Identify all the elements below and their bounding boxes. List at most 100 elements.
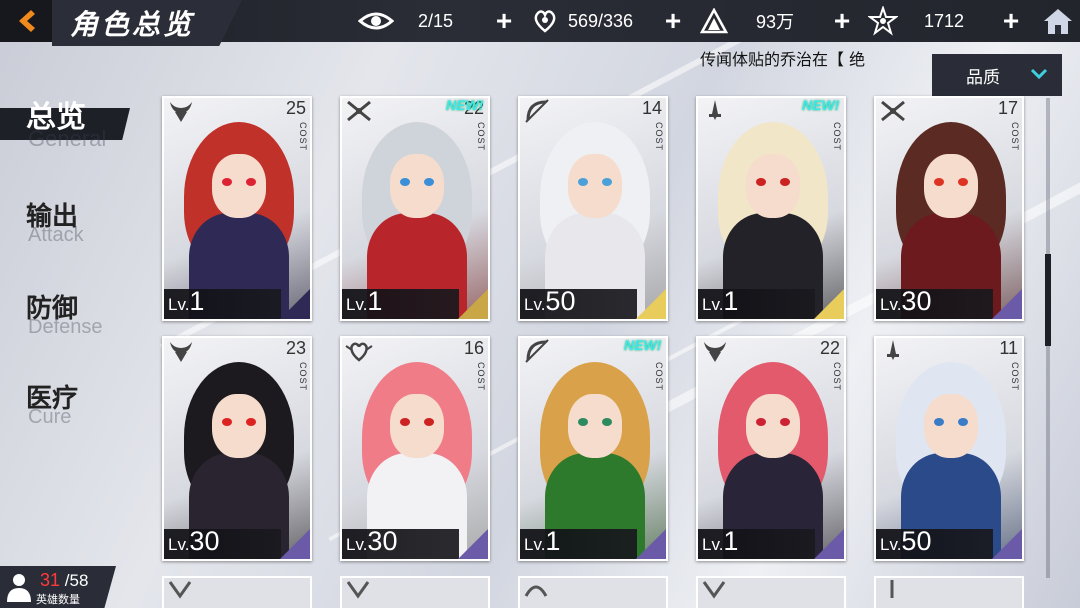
dagger-icon — [709, 100, 721, 120]
sidebar-item-sublabel: General — [28, 126, 107, 151]
card-level-value: 30 — [189, 526, 220, 556]
hero-count-label: 英雄数量 — [36, 593, 80, 606]
add-resource-button[interactable]: + — [830, 7, 854, 35]
resource-diamond: 1712 — [868, 0, 964, 42]
character-card[interactable]: 14 COST Lv.50 — [518, 96, 668, 321]
character-card-partial[interactable] — [874, 576, 1024, 608]
card-level-prefix: Lv. — [524, 295, 546, 314]
heart-hand-icon — [534, 10, 556, 33]
card-level-value: 1 — [189, 286, 205, 316]
character-card-partial[interactable] — [340, 576, 490, 608]
card-cost-label: COST — [654, 122, 664, 152]
class-emblem-icon — [346, 581, 370, 599]
home-icon — [1044, 9, 1072, 34]
class-emblem-icon — [524, 585, 548, 597]
character-card[interactable]: 25 COST Lv.1 — [162, 96, 312, 321]
hero-count-total: /58 — [64, 571, 89, 590]
card-level-value: 1 — [723, 286, 739, 316]
card-cost: 11 — [999, 338, 1018, 358]
sidebar-item-attack[interactable]: 输出 Attack — [0, 196, 140, 250]
quality-filter-label: 品质 — [966, 67, 1000, 88]
card-level-prefix: Lv. — [702, 295, 724, 314]
sidebar-item-defense[interactable]: 防御 Defense — [0, 288, 140, 342]
card-level-prefix: Lv. — [168, 535, 190, 554]
card-cost-label: COST — [832, 362, 842, 392]
heart-wings-icon — [345, 342, 373, 362]
new-badge: NEW! — [624, 337, 662, 353]
resource-hearts: 569/336 — [532, 0, 633, 42]
card-level: Lv.50 — [880, 526, 931, 557]
horned-helmet-icon — [170, 102, 192, 122]
add-resource-button[interactable]: + — [492, 7, 516, 35]
crossed-swords-icon — [881, 100, 905, 122]
add-resource-button[interactable]: + — [999, 7, 1023, 35]
card-level: Lv.30 — [168, 526, 219, 557]
card-level-value: 50 — [545, 286, 576, 316]
class-emblem-icon — [702, 581, 726, 599]
class-emblem-icon — [168, 581, 192, 599]
sidebar-item-sublabel: Attack — [28, 224, 84, 246]
top-bar: 角色总览 2/15 + 569/336 + 93万 + 1712 + — [0, 0, 1080, 46]
sidebar-item-general[interactable]: 总览 General — [0, 92, 140, 152]
sidebar-item-cure[interactable]: 医疗 Cure — [0, 378, 140, 432]
card-level: Lv.1 — [524, 526, 560, 557]
card-level: Lv.1 — [702, 526, 738, 557]
bow-arrow-icon — [525, 99, 549, 123]
card-cost: 23 — [285, 338, 306, 358]
card-level-value: 1 — [723, 526, 739, 556]
card-cost-label: COST — [1010, 122, 1020, 152]
hero-count-current: 31 — [40, 570, 61, 590]
card-level-prefix: Lv. — [880, 535, 902, 554]
character-card[interactable]: 17 COST Lv.30 — [874, 96, 1024, 321]
card-cost: 22 — [819, 338, 840, 358]
card-cost-label: COST — [832, 122, 842, 152]
back-button[interactable] — [0, 0, 52, 42]
character-card-partial[interactable] — [518, 576, 668, 608]
character-card[interactable]: 16 COST Lv.30 — [340, 336, 490, 561]
card-level-value: 1 — [367, 286, 383, 316]
resource-gold: 93万 — [700, 0, 794, 42]
resource-value: 2/15 — [418, 10, 454, 31]
card-level-prefix: Lv. — [880, 295, 902, 314]
character-card[interactable]: COST NEW! Lv.1 — [518, 336, 668, 561]
resource-value: 569/336 — [568, 10, 634, 31]
card-cost-label: COST — [298, 122, 308, 152]
quality-filter-dropdown[interactable]: 品质 — [932, 54, 1062, 96]
card-cost: 14 — [641, 98, 662, 118]
character-card[interactable]: 11 COST Lv.50 — [874, 336, 1024, 561]
hero-count-value: 31 /58 — [40, 570, 88, 591]
card-level-prefix: Lv. — [168, 295, 190, 314]
eye-icon — [358, 12, 394, 30]
character-card[interactable]: 22 COST NEW! Lv.1 — [340, 96, 490, 321]
character-card[interactable]: COST NEW! Lv.1 — [696, 96, 846, 321]
character-card-partial[interactable] — [162, 576, 312, 608]
sidebar-item-sublabel: Cure — [28, 406, 72, 428]
card-level: Lv.1 — [168, 286, 204, 317]
card-level-prefix: Lv. — [346, 295, 368, 314]
back-arrow-icon — [19, 10, 35, 32]
card-level-prefix: Lv. — [702, 535, 724, 554]
resource-stamina: 2/15 — [358, 0, 453, 42]
card-level: Lv.30 — [346, 526, 397, 557]
scrollbar-thumb[interactable] — [1045, 254, 1051, 346]
card-cost-label: COST — [298, 362, 308, 392]
sidebar-item-sublabel: Defense — [28, 316, 103, 338]
add-resource-button[interactable]: + — [661, 7, 685, 35]
card-level-prefix: Lv. — [524, 535, 546, 554]
card-level: Lv.1 — [346, 286, 382, 317]
card-cost-label: COST — [1010, 362, 1020, 392]
card-level: Lv.30 — [880, 286, 931, 317]
mountain-crest-icon — [700, 8, 728, 34]
card-cost-label: COST — [654, 362, 664, 392]
character-card[interactable]: 23 COST Lv.30 — [162, 336, 312, 561]
card-cost: 25 — [285, 98, 306, 118]
marquee-text: 传闻体贴的乔治在【 绝 — [700, 50, 866, 68]
resource-value: 93万 — [756, 12, 795, 32]
resource-value: 1712 — [924, 10, 965, 31]
card-level-value: 50 — [901, 526, 932, 556]
character-card-partial[interactable] — [696, 576, 846, 608]
character-card[interactable]: 22 COST Lv.1 — [696, 336, 846, 561]
home-button[interactable] — [1036, 0, 1080, 42]
card-level-prefix: Lv. — [346, 535, 368, 554]
star-badge-icon — [868, 6, 898, 36]
